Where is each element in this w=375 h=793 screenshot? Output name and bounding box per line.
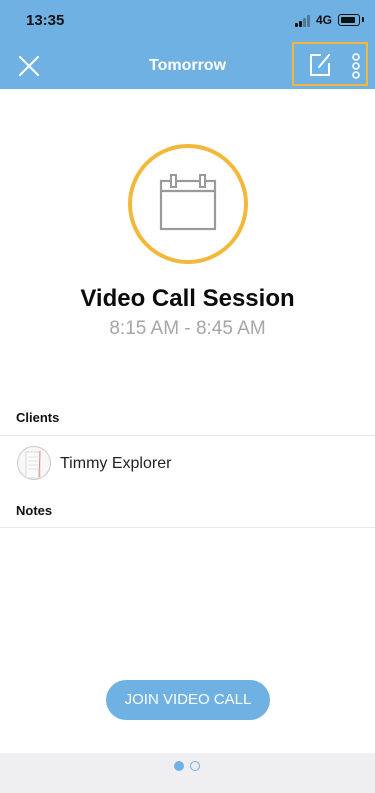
- battery-icon: [338, 14, 360, 26]
- client-avatar: [17, 446, 51, 480]
- clients-section-label: Clients: [16, 410, 60, 425]
- app-header: 13:35 4G Tomorrow: [0, 0, 375, 89]
- status-time: 13:35: [26, 12, 65, 29]
- page-dot-active[interactable]: [174, 761, 184, 771]
- page-dot-inactive[interactable]: [190, 761, 200, 771]
- client-row[interactable]: Timmy Explorer: [0, 440, 375, 488]
- calendar-icon: [159, 174, 217, 231]
- more-vertical-icon: [352, 53, 360, 79]
- divider: [0, 435, 375, 436]
- pager-footer: [0, 753, 375, 793]
- edit-button[interactable]: [308, 52, 332, 78]
- event-time: 8:15 AM - 8:45 AM: [109, 318, 266, 339]
- network-type: 4G: [316, 13, 333, 27]
- event-title: Video Call Session: [80, 285, 295, 312]
- battery-tip: [362, 17, 364, 22]
- join-video-call-button[interactable]: JOIN VIDEO CALL: [106, 680, 270, 720]
- signal-icon: [295, 15, 313, 27]
- client-name: Timmy Explorer: [60, 455, 172, 472]
- status-bar: 13:35 4G: [0, 0, 375, 44]
- divider: [0, 527, 375, 528]
- edit-icon: [310, 54, 330, 76]
- more-options-button[interactable]: [348, 53, 364, 79]
- notes-section-label: Notes: [16, 503, 53, 518]
